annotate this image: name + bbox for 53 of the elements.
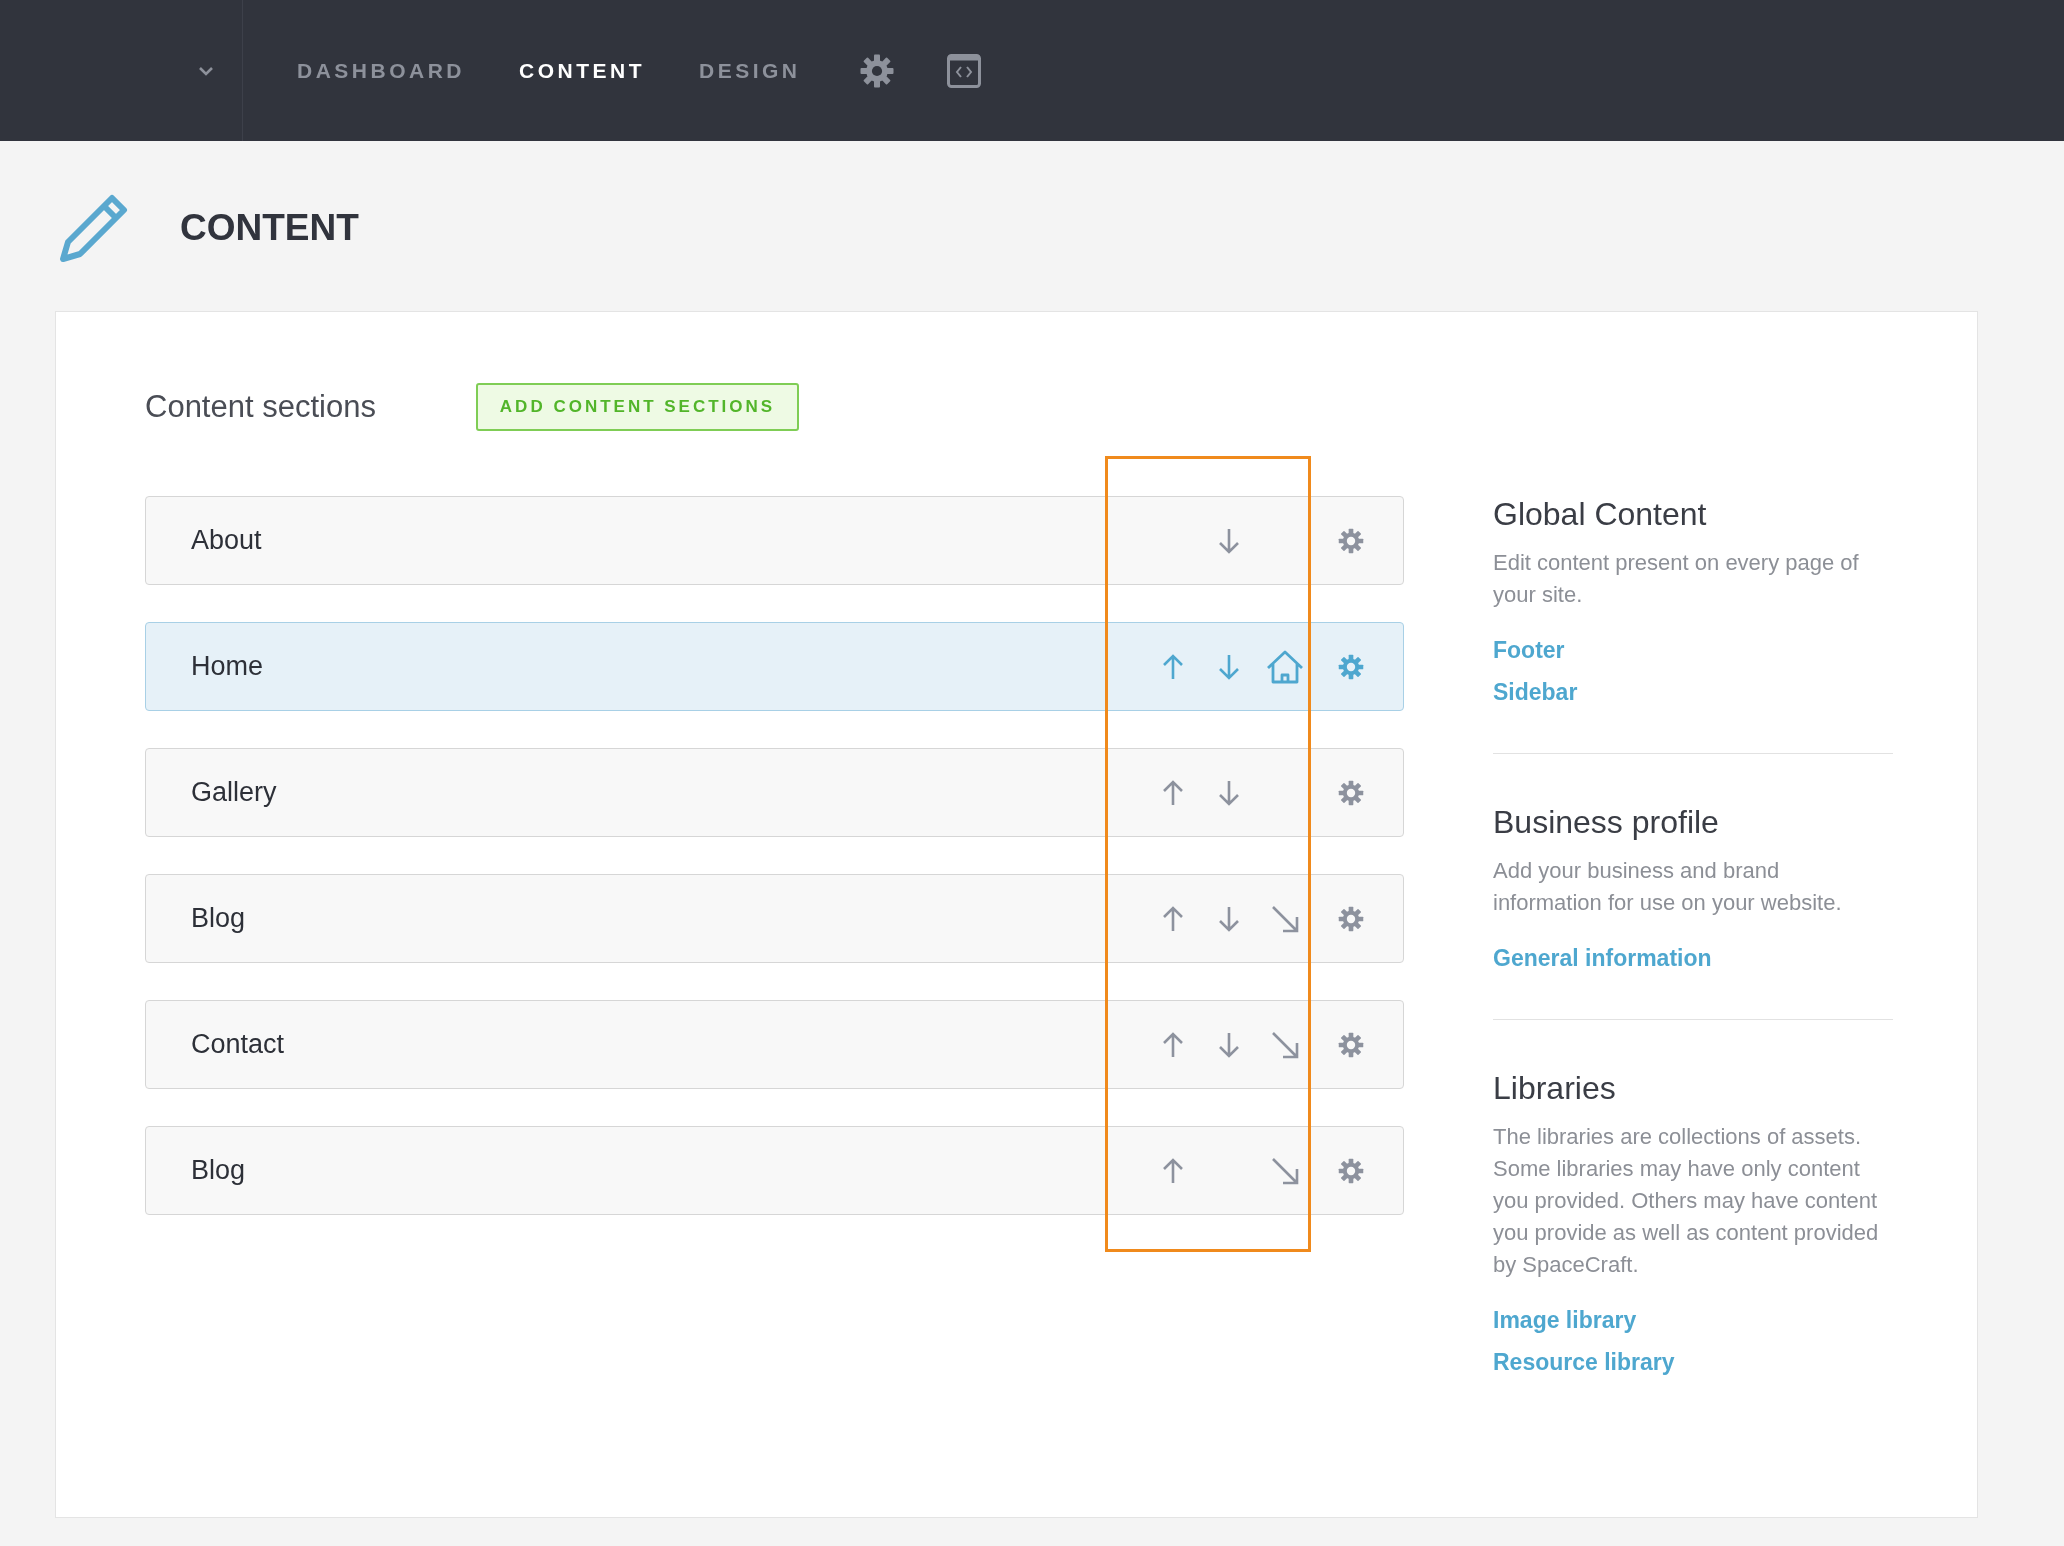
arrow-down-right-icon[interactable] <box>1270 1155 1300 1186</box>
nav-tab[interactable]: CONTENT <box>519 58 645 83</box>
panel-heading: Business profile <box>1493 804 1720 841</box>
arrow-down-right-icon[interactable] <box>1270 1029 1300 1060</box>
chevron-down-icon[interactable] <box>198 65 214 76</box>
panel-link[interactable]: General information <box>1493 937 1893 979</box>
content-section-row[interactable]: Gallery <box>145 748 1404 837</box>
home-icon[interactable] <box>1266 649 1304 684</box>
settings-icon[interactable] <box>1337 526 1365 555</box>
panel-link[interactable]: Resource library <box>1493 1341 1893 1383</box>
content-section-row[interactable]: Blog <box>145 1126 1404 1215</box>
arrow-down-icon[interactable] <box>1217 526 1241 555</box>
content-section-row[interactable]: Contact <box>145 1000 1404 1089</box>
settings-icon[interactable] <box>858 52 895 89</box>
arrow-down-icon[interactable] <box>1217 904 1241 933</box>
section-heading: Content sections <box>145 389 377 425</box>
page-title: CONTENT <box>180 207 359 249</box>
arrow-up-icon[interactable] <box>1161 652 1185 681</box>
nav-tab[interactable]: DESIGN <box>699 58 801 83</box>
arrow-down-icon[interactable] <box>1217 1030 1241 1059</box>
arrow-down-icon[interactable] <box>1217 652 1241 681</box>
pencil-icon <box>58 192 130 264</box>
content-section-row[interactable]: Blog <box>145 874 1404 963</box>
panel-description: Add your business and brand information for use on your website. <box>1493 857 1843 917</box>
panel-link[interactable]: Image library <box>1493 1299 1893 1341</box>
section-name: Gallery <box>191 777 277 808</box>
section-name: Home <box>191 651 264 682</box>
panel-description: The libraries are collections of assets. Some libraries may have only content you provided. Others may have content you provide as well as content provided by SpaceCraft. <box>1493 1123 1880 1279</box>
arrow-up-icon[interactable] <box>1161 1156 1185 1185</box>
section-name: Contact <box>191 1029 285 1060</box>
section-name: Blog <box>191 903 246 934</box>
section-name: About <box>191 525 262 556</box>
arrow-down-icon[interactable] <box>1217 778 1241 807</box>
settings-icon[interactable] <box>1337 1030 1365 1059</box>
arrow-up-icon[interactable] <box>1161 1030 1185 1059</box>
settings-icon[interactable] <box>1337 778 1365 807</box>
panel-heading: Libraries <box>1493 1070 1617 1107</box>
panel-heading: Global Content <box>1493 496 1708 533</box>
arrow-up-icon[interactable] <box>1161 904 1185 933</box>
panel-description: Edit content present on every page of your site. <box>1493 549 1860 609</box>
arrow-up-icon[interactable] <box>1161 778 1185 807</box>
code-window-icon[interactable] <box>946 53 981 88</box>
nav-tab[interactable]: DASHBOARD <box>297 58 465 83</box>
panel-link[interactable]: Sidebar <box>1493 671 1893 713</box>
settings-icon[interactable] <box>1337 652 1365 681</box>
content-section-row[interactable]: About <box>145 496 1404 585</box>
add-content-sections-button[interactable]: ADD CONTENT SECTIONS <box>476 383 799 431</box>
settings-icon[interactable] <box>1337 1156 1365 1185</box>
panel-link[interactable]: Footer <box>1493 629 1893 671</box>
settings-icon[interactable] <box>1337 904 1365 933</box>
section-name: Blog <box>191 1155 246 1186</box>
content-section-row[interactable]: Home <box>145 622 1404 711</box>
arrow-down-right-icon[interactable] <box>1270 903 1300 934</box>
